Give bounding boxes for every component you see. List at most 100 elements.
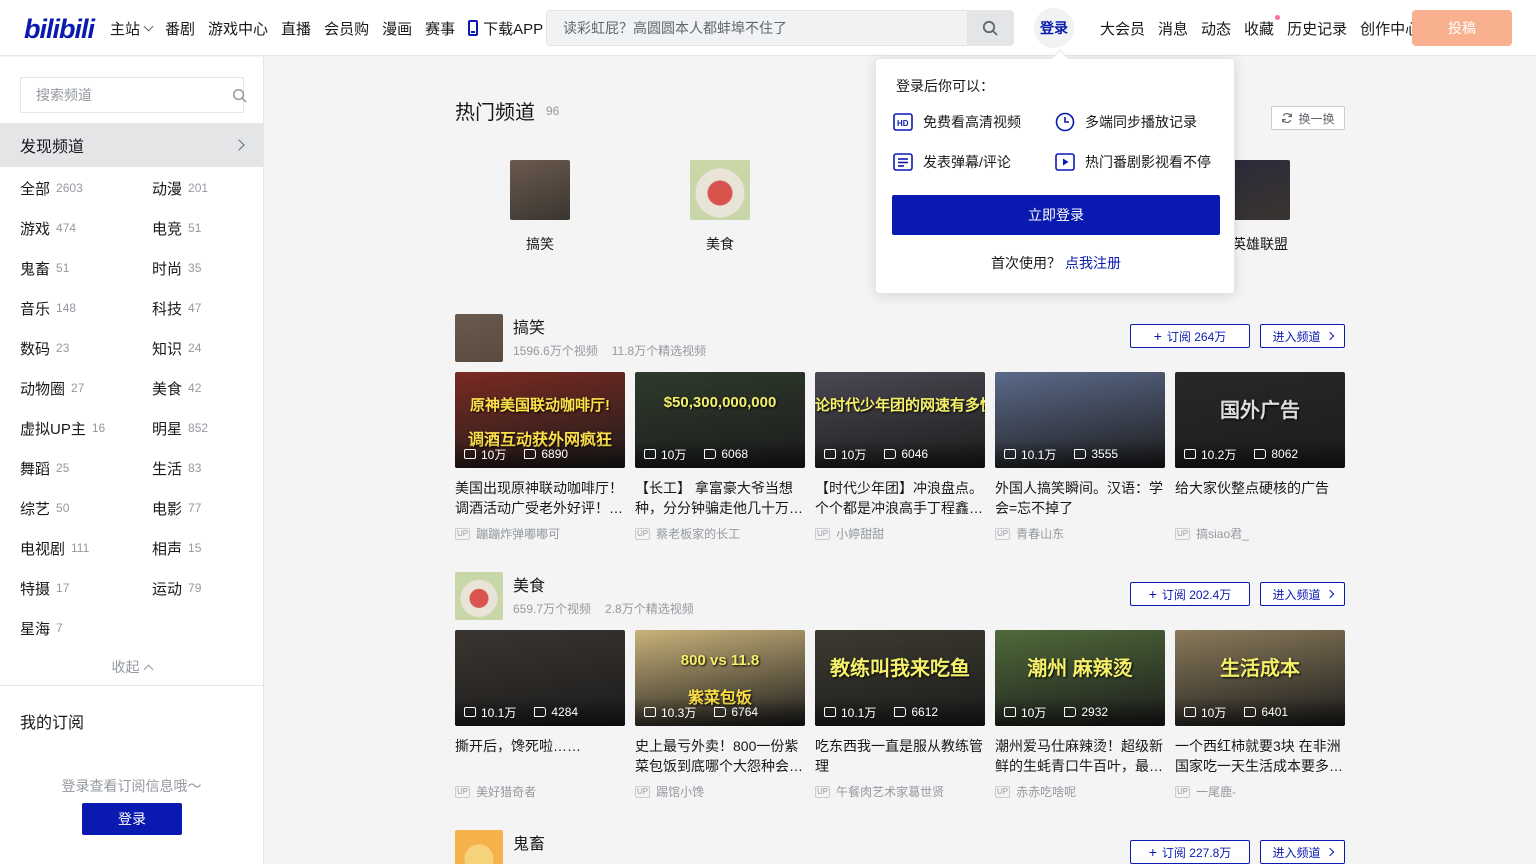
hot-channel[interactable]: 搞笑	[510, 160, 570, 254]
category-item[interactable]: 全部 2603	[20, 168, 140, 208]
category-item[interactable]: 游戏 474	[20, 208, 140, 248]
subscribe-button[interactable]: + 订阅 227.8万	[1130, 840, 1250, 864]
uploader[interactable]: UP 小婷甜甜	[815, 525, 985, 542]
uploader[interactable]: UP 一尾鹿-	[1175, 783, 1345, 800]
login-now-button[interactable]: 立即登录	[892, 195, 1220, 235]
enter-channel-button[interactable]: 进入频道	[1260, 324, 1345, 348]
enter-channel-button[interactable]: 进入频道	[1260, 582, 1345, 606]
uploader[interactable]: UP 美好猎奇者	[455, 783, 625, 800]
search-icon[interactable]	[232, 88, 247, 103]
sidebar-login-button[interactable]: 登录	[82, 803, 182, 835]
nav-item[interactable]: 会员购	[324, 18, 369, 39]
uploader[interactable]: UP 蹦蹦炸弹嘟嘟可	[455, 525, 625, 542]
category-item[interactable]: 舞蹈 25	[20, 448, 140, 488]
nav-item[interactable]: 赛事	[425, 18, 455, 39]
register-link[interactable]: 点我注册	[1065, 255, 1121, 271]
category-item[interactable]: 生活 83	[152, 448, 272, 488]
upload-button[interactable]: 投稿	[1412, 10, 1512, 46]
category-item[interactable]: 动物圈 27	[20, 368, 140, 408]
video-title[interactable]: 【长工】 拿富豪大爷当想种，分分钟骗走他几十万美元	[635, 478, 805, 518]
nav-item[interactable]: 直播	[281, 18, 311, 39]
video-card[interactable]: 10.1万 4284 撕开后，馋死啦…… UP 美好猎奇者	[455, 630, 625, 800]
enter-channel-button[interactable]: 进入频道	[1260, 840, 1345, 864]
video-card[interactable]: 教练叫我来吃鱼 10.1万 6612 吃东西我一直是服从教练管理 UP 午餐肉艺术家葛世贤	[815, 630, 985, 800]
category-item[interactable]: 综艺 50	[20, 488, 140, 528]
video-cover[interactable]: 10.1万 4284	[455, 630, 625, 726]
video-card[interactable]: 国外广告 10.2万 8062 给大家伙整点硬核的广告 UP 搞siao君_	[1175, 372, 1345, 542]
right-nav-item[interactable]: 消息	[1158, 18, 1188, 39]
category-item[interactable]: 电影 77	[152, 488, 272, 528]
video-cover[interactable]: 国外广告 10.2万 8062	[1175, 372, 1345, 468]
hot-channel[interactable]: 英雄联盟	[1230, 160, 1290, 254]
category-item[interactable]: 鬼畜 51	[20, 248, 140, 288]
channel-name[interactable]: 鬼畜	[513, 830, 545, 854]
uploader[interactable]: UP 蔡老板家的长工	[635, 525, 805, 542]
video-title[interactable]: 撕开后，馋死啦……	[455, 736, 625, 776]
nav-item[interactable]: 游戏中心	[208, 18, 268, 39]
video-title[interactable]: 外国人搞笑瞬间。汉语：学会=忘不掉了	[995, 478, 1165, 518]
video-card[interactable]: 800 vs 11.8紫菜包饭10.3万6764 史上最亏外卖！800一份紫菜包饭…	[635, 630, 805, 800]
discover-channels[interactable]: 发现频道	[0, 123, 263, 167]
video-title[interactable]: 史上最亏外卖！800一份紫菜包饭到底哪个大怨种会买？	[635, 736, 805, 776]
channel-name[interactable]: 搞笑	[513, 314, 545, 338]
video-cover[interactable]: 生活成本 10万 6401	[1175, 630, 1345, 726]
video-title[interactable]: 吃东西我一直是服从教练管理	[815, 736, 985, 776]
channel-avatar[interactable]	[455, 830, 503, 864]
category-item[interactable]: 特摄 17	[20, 568, 140, 608]
subscribe-button[interactable]: + 订阅 264万	[1130, 324, 1250, 348]
refresh-button[interactable]: 换一换	[1271, 106, 1345, 130]
nav-item[interactable]: 番剧	[165, 18, 195, 39]
category-item[interactable]: 运动 79	[152, 568, 272, 608]
video-title[interactable]: 给大家伙整点硬核的广告	[1175, 478, 1345, 518]
video-card[interactable]: $50,300,000,000 10万 6068 【长工】 拿富豪大爷当想种，分分钟骗…	[635, 372, 805, 542]
right-nav-item[interactable]: 大会员	[1100, 18, 1145, 39]
video-cover[interactable]: $50,300,000,000 10万 6068	[635, 372, 805, 468]
uploader[interactable]: UP 搞siao君_	[1175, 525, 1345, 542]
channel-name[interactable]: 美食	[513, 572, 545, 596]
video-cover[interactable]: 800 vs 11.8紫菜包饭10.3万6764	[635, 630, 805, 726]
right-nav-item[interactable]: 历史记录	[1287, 18, 1347, 39]
video-cover[interactable]: 教练叫我来吃鱼 10.1万 6612	[815, 630, 985, 726]
video-title[interactable]: 【时代少年团】冲浪盘点。个个都是冲浪高手丁程鑫宋亚轩	[815, 478, 985, 518]
nav-item[interactable]: 主站	[110, 18, 154, 39]
uploader[interactable]: UP 青春山东	[995, 525, 1165, 542]
hot-channel[interactable]: 美食	[690, 160, 750, 254]
collapse-button[interactable]: 收起	[0, 657, 263, 677]
category-item[interactable]: 科技 47	[152, 288, 272, 328]
channel-avatar[interactable]	[455, 314, 503, 362]
category-item[interactable]: 数码 23	[20, 328, 140, 368]
category-item[interactable]: 动漫 201	[152, 168, 272, 208]
video-cover[interactable]: 10.1万 3555	[995, 372, 1165, 468]
category-item[interactable]: 明星 852	[152, 408, 272, 448]
category-item[interactable]: 相声 15	[152, 528, 272, 568]
video-card[interactable]: 生活成本 10万 6401 一个西红柿就要3块 在非洲国家吃一天生活成本要多少？ UP 一…	[1175, 630, 1345, 800]
uploader[interactable]: UP 赤赤吃啥呢	[995, 783, 1165, 800]
nav-item[interactable]: 下载APP	[468, 18, 543, 39]
subscribe-button[interactable]: + 订阅 202.4万	[1130, 582, 1250, 606]
right-nav-item[interactable]: 动态	[1201, 18, 1231, 39]
category-item[interactable]: 电视剧 111	[20, 528, 140, 568]
category-item[interactable]: 星海 7	[20, 608, 140, 648]
category-item[interactable]: 音乐 148	[20, 288, 140, 328]
nav-item[interactable]: 漫画	[382, 18, 412, 39]
category-item[interactable]: 时尚 35	[152, 248, 272, 288]
category-item[interactable]: 美食 42	[152, 368, 272, 408]
video-card[interactable]: 原神美国联动咖啡厅!调酒互动获外网疯狂10万6890 美国出现原神联动咖啡厅！调酒…	[455, 372, 625, 542]
category-item[interactable]: 知识 24	[152, 328, 272, 368]
channel-search-input[interactable]	[21, 87, 232, 103]
video-cover[interactable]: 原神美国联动咖啡厅!调酒互动获外网疯狂10万6890	[455, 372, 625, 468]
video-title[interactable]: 一个西红柿就要3块 在非洲国家吃一天生活成本要多少？	[1175, 736, 1345, 776]
channel-avatar[interactable]	[455, 572, 503, 620]
video-cover[interactable]: 论时代少年团的网速有多快 10万 6046	[815, 372, 985, 468]
video-card[interactable]: 10.1万 3555 外国人搞笑瞬间。汉语：学会=忘不掉了 UP 青春山东	[995, 372, 1165, 542]
category-item[interactable]: 虚拟UP主 16	[20, 408, 140, 448]
video-title[interactable]: 潮州爱马仕麻辣烫！超级新鲜的生蚝青口牛百叶，最贵的一碗	[995, 736, 1165, 776]
video-card[interactable]: 论时代少年团的网速有多快 10万 6046 【时代少年团】冲浪盘点。个个都是冲浪高手丁…	[815, 372, 985, 542]
uploader[interactable]: UP 午餐肉艺术家葛世贤	[815, 783, 985, 800]
login-avatar-button[interactable]: 登录	[1034, 8, 1074, 48]
right-nav-item[interactable]: 收藏	[1244, 14, 1281, 39]
search-button[interactable]	[967, 11, 1013, 45]
search-input[interactable]	[547, 11, 967, 45]
category-item[interactable]: 电竞 51	[152, 208, 272, 248]
video-title[interactable]: 美国出现原神联动咖啡厅！调酒活动广受老外好评！网友：太有趣了	[455, 478, 625, 518]
